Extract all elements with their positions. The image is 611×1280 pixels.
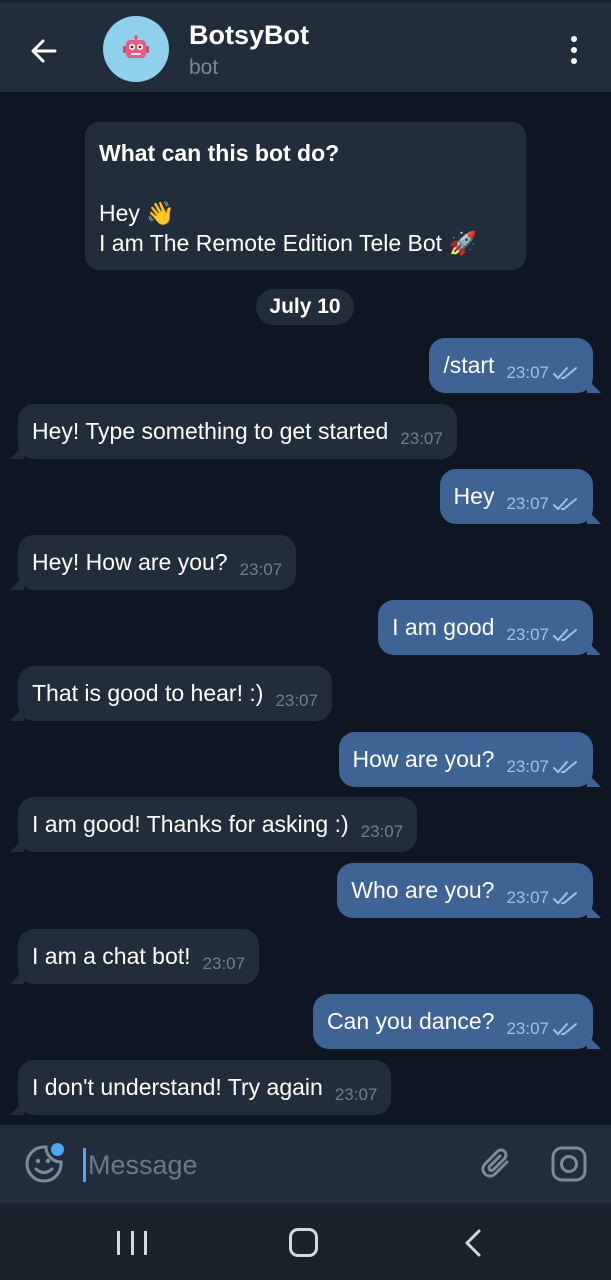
message-text: I am good! Thanks for asking :) — [32, 811, 349, 837]
double-check-icon — [553, 1022, 579, 1036]
message-time: 23:07 — [506, 493, 549, 513]
double-check-icon — [553, 760, 579, 774]
message-text: Hey! How are you? — [32, 549, 228, 575]
recent-apps-button[interactable] — [117, 1231, 147, 1255]
message-time: 23:07 — [506, 362, 549, 382]
outgoing-message[interactable]: How are you? 23:07 — [338, 732, 602, 787]
notification-dot — [49, 1141, 66, 1158]
message-time: 23:07 — [506, 1018, 549, 1038]
incoming-message[interactable]: I don't understand! Try again 23:07 — [9, 1060, 392, 1115]
message-text: Hey — [453, 483, 495, 509]
outgoing-message[interactable]: I am good 23:07 — [378, 600, 601, 655]
more-menu-button[interactable] — [559, 33, 589, 67]
intro-line-1: Hey 👋 — [99, 200, 175, 226]
double-check-icon — [553, 628, 579, 642]
incoming-message[interactable]: I am a chat bot! 23:07 — [9, 929, 260, 984]
incoming-message[interactable]: That is good to hear! :) 23:07 — [10, 666, 332, 721]
robot-icon — [123, 35, 149, 58]
message-time: 23:07 — [360, 821, 404, 841]
message-text: Who are you? — [351, 877, 495, 903]
recent-apps-icon — [117, 1231, 120, 1255]
system-navigation-bar — [0, 1203, 611, 1280]
message-text: Can you dance? — [326, 1008, 495, 1034]
message-list[interactable]: What can this bot do? Hey 👋 I am The Rem… — [0, 92, 611, 1125]
camera-button[interactable] — [551, 1146, 587, 1182]
message-input[interactable] — [88, 1145, 448, 1185]
chat-subtitle: bot — [189, 56, 219, 79]
bot-intro-card: What can this bot do? Hey 👋 I am The Rem… — [85, 122, 526, 270]
message-time: 23:07 — [202, 953, 246, 973]
chevron-left-icon — [465, 1229, 481, 1257]
outgoing-message[interactable]: Can you dance? 23:07 — [312, 994, 602, 1049]
double-check-icon — [553, 497, 579, 511]
message-time: 23:07 — [400, 428, 443, 448]
message-text: I am good — [392, 614, 495, 640]
date-separator: July 10 — [256, 289, 354, 325]
avatar[interactable] — [103, 16, 169, 82]
attach-button[interactable] — [479, 1146, 515, 1182]
message-text: I don't understand! Try again — [32, 1074, 323, 1100]
chat-header: BotsyBot bot — [0, 0, 611, 92]
back-button[interactable] — [24, 31, 64, 71]
double-check-icon — [553, 366, 579, 380]
more-vertical-icon — [571, 36, 577, 42]
message-time: 23:07 — [239, 559, 283, 579]
outgoing-message[interactable]: Hey 23:07 — [439, 469, 602, 524]
intro-question: What can this bot do? — [99, 140, 340, 166]
outgoing-message[interactable]: /start 23:07 — [429, 338, 601, 393]
system-back-button[interactable] — [462, 1229, 486, 1257]
message-time: 23:07 — [334, 1084, 378, 1104]
incoming-message[interactable]: Hey! Type something to get started 23:07 — [10, 404, 457, 459]
home-button[interactable] — [289, 1228, 318, 1257]
intro-line-2: I am The Remote Edition Tele Bot 🚀 — [99, 230, 478, 256]
instagram-camera-icon — [551, 1146, 587, 1182]
message-composer — [0, 1125, 611, 1203]
message-time: 23:07 — [506, 624, 549, 644]
message-text: Hey! Type something to get started — [32, 418, 389, 444]
message-time: 23:07 — [506, 887, 549, 907]
message-text: I am a chat bot! — [32, 943, 191, 969]
chat-title[interactable]: BotsyBot — [189, 20, 309, 51]
message-text: How are you? — [352, 746, 495, 772]
text-cursor — [83, 1148, 86, 1182]
incoming-message[interactable]: Hey! How are you? 23:07 — [9, 535, 297, 590]
message-time: 23:07 — [506, 756, 549, 776]
double-check-icon — [553, 891, 579, 905]
arrow-left-icon — [31, 39, 57, 63]
outgoing-message[interactable]: Who are you? 23:07 — [337, 863, 601, 918]
message-text: That is good to hear! :) — [32, 680, 264, 706]
message-text: /start — [443, 352, 495, 378]
incoming-message[interactable]: I am good! Thanks for asking :) 23:07 — [9, 797, 418, 852]
paperclip-icon — [481, 1148, 509, 1178]
message-time: 23:07 — [275, 690, 318, 710]
